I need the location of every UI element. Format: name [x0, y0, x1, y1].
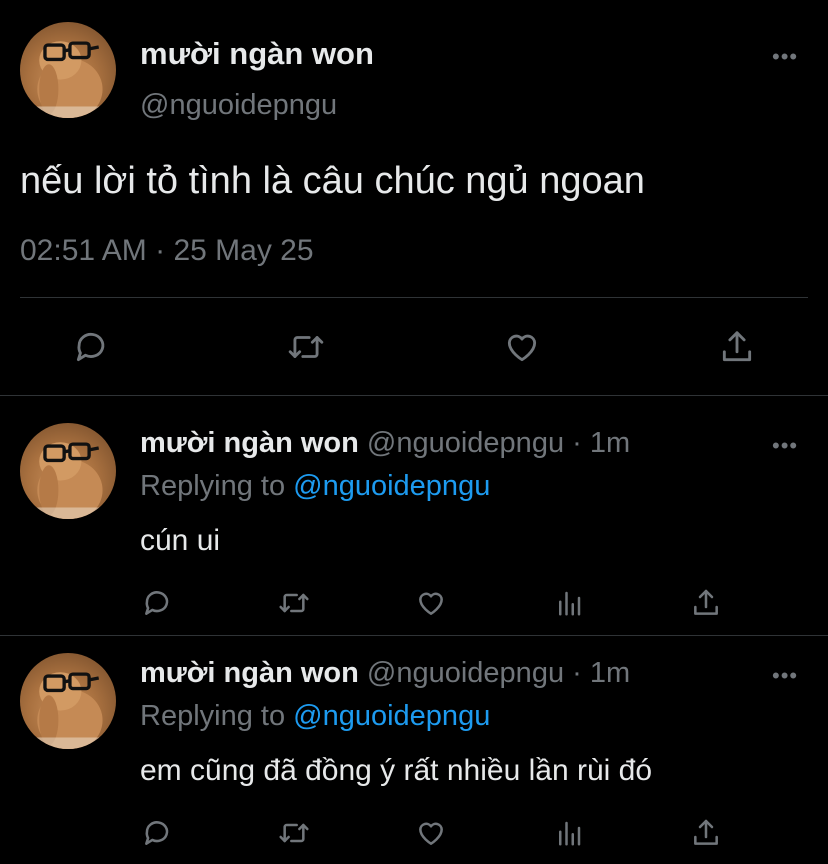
analytics-icon[interactable]: [553, 818, 585, 848]
reply-header: mười ngàn won @nguoidepngu · 1m: [140, 657, 630, 690]
analytics-icon[interactable]: [553, 588, 585, 618]
more-icon[interactable]: •••: [772, 435, 798, 457]
divider: [0, 635, 828, 636]
like-icon[interactable]: [414, 587, 448, 619]
handle[interactable]: @nguoidepngu: [140, 89, 337, 122]
replying-to-link[interactable]: @nguoidepngu: [293, 700, 490, 732]
reply-icon[interactable]: [72, 328, 110, 366]
reply-age[interactable]: 1m: [590, 657, 630, 689]
share-icon[interactable]: [718, 328, 756, 366]
share-icon[interactable]: [690, 817, 722, 849]
tweet-time: 02:51 AM: [20, 234, 147, 267]
more-icon[interactable]: •••: [772, 665, 798, 687]
handle[interactable]: @nguoidepngu: [367, 427, 564, 459]
reply-icon[interactable]: [141, 587, 173, 619]
replying-to-link[interactable]: @nguoidepngu: [293, 470, 490, 502]
share-icon[interactable]: [690, 587, 722, 619]
reply-header: mười ngàn won @nguoidepngu · 1m: [140, 427, 630, 460]
separator: ·: [572, 427, 582, 459]
separator: ·: [572, 657, 582, 689]
retweet-icon[interactable]: [277, 587, 311, 619]
divider: [20, 297, 808, 298]
like-icon[interactable]: [502, 328, 542, 366]
reply-text: em cũng đã đồng ý rất nhiều lần rùi đó: [140, 754, 653, 787]
display-name[interactable]: mười ngàn won: [140, 427, 359, 459]
divider: [0, 395, 828, 396]
reply-text: cún ui: [140, 524, 221, 557]
replying-to: Replying to @nguoidepngu: [140, 470, 490, 503]
replying-prefix: Replying to: [140, 470, 286, 502]
tweet-date: 25 May 25: [173, 234, 314, 267]
avatar[interactable]: [20, 653, 116, 749]
retweet-icon[interactable]: [286, 328, 326, 366]
tweet-text: nếu lời tỏ tình là câu chúc ngủ ngoan: [20, 160, 645, 202]
replying-to: Replying to @nguoidepngu: [140, 700, 490, 733]
handle[interactable]: @nguoidepngu: [367, 657, 564, 689]
more-icon[interactable]: •••: [772, 46, 798, 68]
avatar[interactable]: [20, 423, 116, 519]
display-name[interactable]: mười ngàn won: [140, 36, 374, 72]
separator: ·: [155, 234, 166, 267]
like-icon[interactable]: [414, 817, 448, 849]
avatar[interactable]: [20, 22, 116, 118]
display-name[interactable]: mười ngàn won: [140, 657, 359, 689]
replying-prefix: Replying to: [140, 700, 286, 732]
reply-icon[interactable]: [141, 817, 173, 849]
retweet-icon[interactable]: [277, 817, 311, 849]
timestamp[interactable]: 02:51 AM · 25 May 25: [20, 234, 314, 268]
reply-age[interactable]: 1m: [590, 427, 630, 459]
